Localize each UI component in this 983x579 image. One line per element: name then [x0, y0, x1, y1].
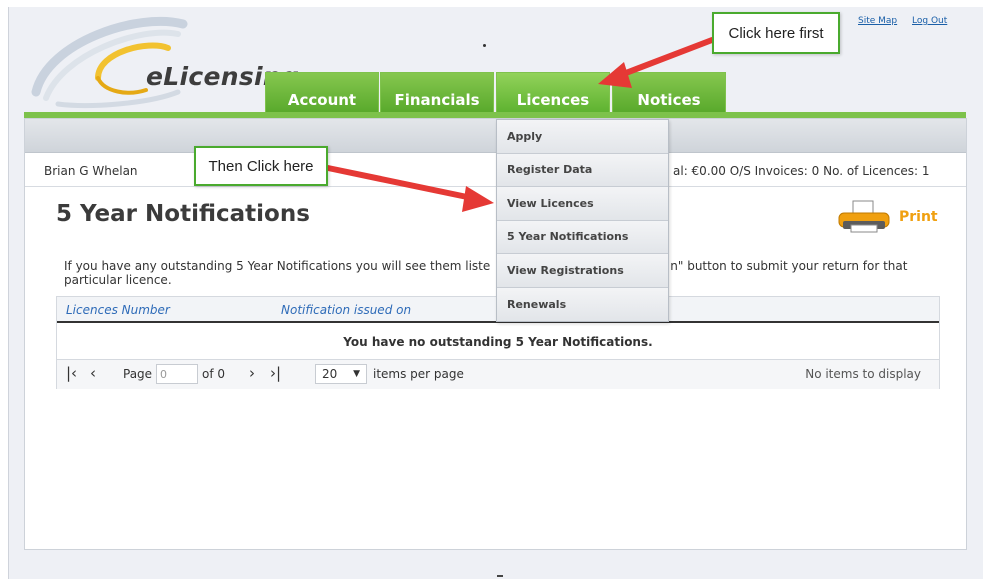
- items-per-page-select[interactable]: 20 ▼: [315, 364, 367, 384]
- items-per-page-value: 20: [322, 367, 338, 381]
- tab-financials[interactable]: Financials: [380, 72, 494, 114]
- print-button[interactable]: Print: [835, 199, 945, 235]
- prev-page-icon[interactable]: ‹: [90, 364, 96, 382]
- last-page-icon[interactable]: ›|: [270, 364, 281, 382]
- intro-text-start: If you have any outstanding 5 Year Notif…: [64, 259, 491, 273]
- menu-item-apply[interactable]: Apply: [497, 120, 668, 154]
- menu-item-view-licences[interactable]: View Licences: [497, 187, 668, 221]
- site-map-link[interactable]: Site Map: [858, 16, 897, 26]
- elicensing-logo[interactable]: eLicensing: [28, 12, 299, 110]
- grid-pager: |‹ ‹ Page of 0 › ›| 20 ▼ items per page …: [57, 360, 939, 389]
- menu-item-register-data[interactable]: Register Data: [497, 153, 668, 187]
- tab-notices[interactable]: Notices: [612, 72, 726, 114]
- licences-dropdown-menu: Apply Register Data View Licences 5 Year…: [496, 119, 669, 322]
- tab-licences[interactable]: Licences: [496, 72, 610, 114]
- callout-then-click-here: Then Click here: [194, 146, 328, 186]
- next-page-icon[interactable]: ›: [249, 364, 255, 382]
- page-label: Page: [123, 367, 153, 381]
- menu-item-5-year-notifications[interactable]: 5 Year Notifications: [497, 220, 668, 254]
- callout-click-here-first: Click here first: [712, 12, 840, 54]
- page-count: of 0: [202, 367, 226, 381]
- empty-grid-message: You have no outstanding 5 Year Notificat…: [57, 325, 939, 360]
- items-per-page-label: items per page: [373, 367, 464, 381]
- pager-status: No items to display: [805, 367, 921, 381]
- menu-item-renewals[interactable]: Renewals: [497, 287, 668, 321]
- print-label: Print: [899, 209, 938, 225]
- page-number-input[interactable]: [156, 364, 198, 384]
- column-header-notification-issued[interactable]: Notification issued on: [281, 303, 411, 317]
- printer-icon: [838, 200, 890, 233]
- header-dot: [483, 44, 486, 47]
- account-summary: al: €0.00 O/S Invoices: 0 No. of Licence…: [673, 164, 930, 178]
- user-name: Brian G Whelan: [44, 164, 138, 178]
- tab-account[interactable]: Account: [265, 72, 379, 114]
- logo-swoosh-icon: [31, 16, 188, 108]
- menu-item-view-registrations[interactable]: View Registrations: [497, 254, 668, 288]
- chevron-down-icon: ▼: [353, 369, 360, 379]
- top-links: Site Map Log Out: [858, 16, 959, 26]
- log-out-link[interactable]: Log Out: [912, 16, 947, 26]
- column-header-licence-number[interactable]: Licences Number: [66, 303, 170, 317]
- page-title: 5 Year Notifications: [56, 201, 310, 227]
- bottom-mark: [497, 575, 503, 577]
- first-page-icon[interactable]: |‹: [66, 364, 77, 382]
